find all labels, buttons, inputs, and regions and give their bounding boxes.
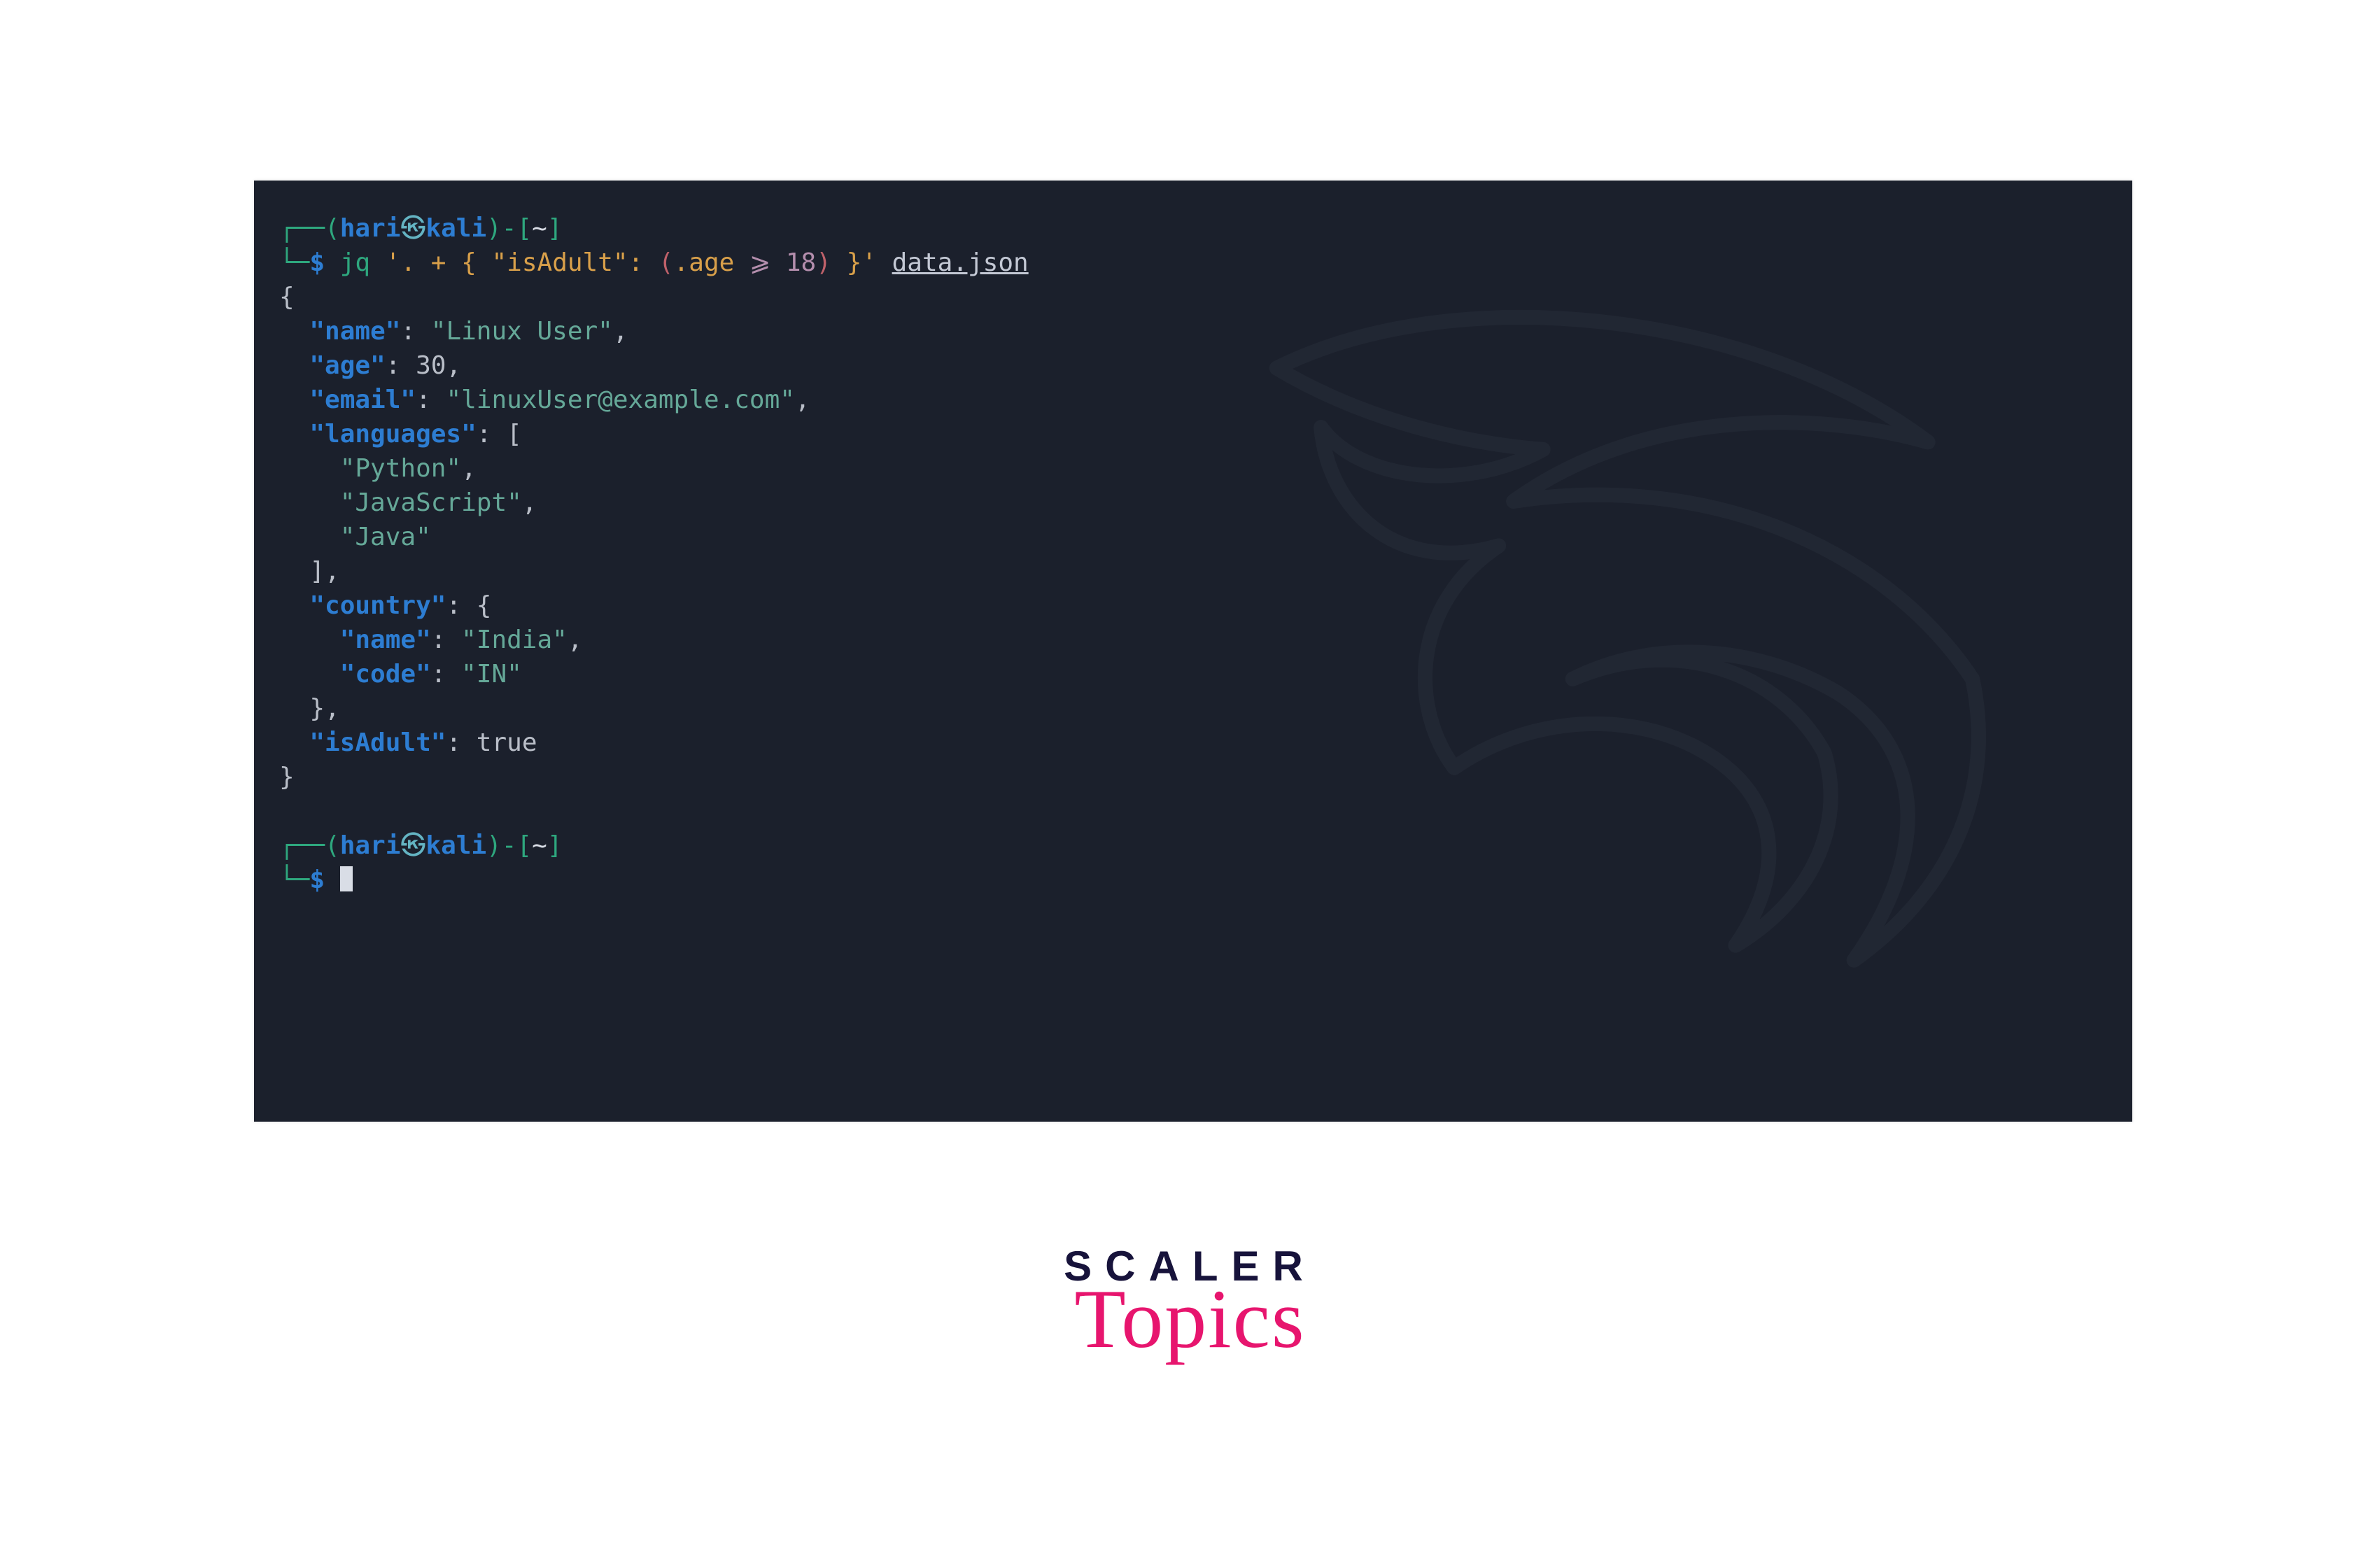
json-key-isadult: "isAdult" [309, 728, 446, 757]
json-key-email: "email" [309, 386, 416, 414]
terminal-output[interactable]: ┌──(hari㉿kali)-[~] └─$ jq '. + { "isAdul… [254, 181, 2132, 928]
scaler-topics-logo: SCALER Topics [1064, 1246, 1316, 1355]
json-key-country: "country" [309, 591, 446, 620]
cursor-block [340, 866, 353, 891]
prompt-input-line[interactable]: └─$ [279, 866, 353, 894]
json-key-age: "age" [309, 351, 385, 380]
logo-line-2: Topics [1064, 1283, 1316, 1355]
terminal-window[interactable]: ┌──(hari㉿kali)-[~] └─$ jq '. + { "isAdul… [254, 181, 2132, 1122]
json-close: } [279, 763, 295, 791]
command-line: └─$ jq '. + { "isAdult": (.age ⩾ 18) }' … [279, 248, 1029, 277]
prompt-line-2: ┌──(hari㉿kali)-[~] [279, 831, 563, 860]
arg-file: data.json [892, 248, 1029, 277]
json-key-languages: "languages" [309, 420, 476, 449]
json-key-name: "name" [309, 317, 400, 346]
prompt-line-1: ┌──(hari㉿kali)-[~] [279, 214, 563, 243]
json-open: { [279, 283, 295, 311]
